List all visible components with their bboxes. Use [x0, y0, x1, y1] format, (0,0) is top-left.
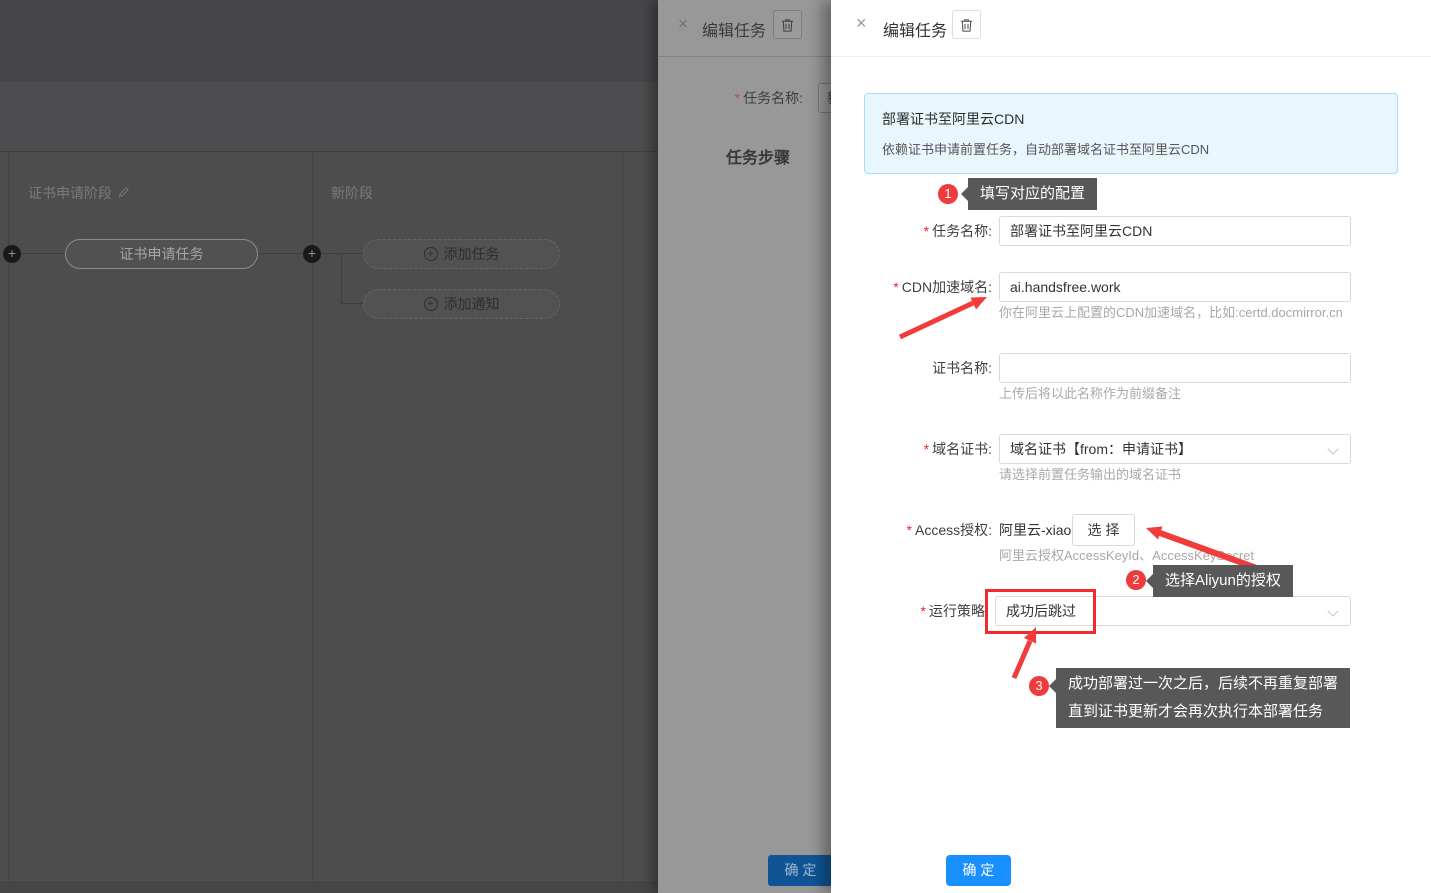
trash-icon — [780, 17, 795, 33]
task-name-input[interactable] — [818, 83, 831, 113]
connector-line — [341, 253, 342, 304]
red-arrow-annotation-1 — [885, 290, 1000, 345]
annotation-tooltip-1: 填写对应的配置 — [968, 178, 1097, 210]
annotation-line-1: 成功部署过一次之后，后续不再重复部署 — [1068, 670, 1338, 698]
domain-cert-hint: 请选择前置任务输出的域名证书 — [999, 464, 1181, 483]
edit-task-drawer: × 编辑任务 部署证书至阿里云CDN 依赖证书申请前置任务，自动部署域名证书至阿… — [831, 0, 1431, 893]
stage-title-cert-request: 证书申请阶段 — [28, 183, 130, 203]
required-mark: * — [735, 90, 740, 106]
chevron-down-icon — [1327, 443, 1338, 454]
trash-icon — [959, 17, 974, 33]
annotation-badge-1: 1 — [938, 184, 958, 204]
add-stage-left-button[interactable]: + — [3, 245, 21, 263]
drawer-title: 编辑任务 — [883, 17, 947, 41]
add-notification-button[interactable]: + 添加通知 — [363, 289, 560, 319]
cert-name-label: 证书名称: — [831, 353, 992, 383]
access-auth-label: *Access授权: — [831, 515, 992, 545]
delete-task-button[interactable] — [773, 10, 802, 39]
add-notification-label: 添加通知 — [444, 294, 500, 314]
required-mark: * — [907, 522, 912, 538]
task-steps-heading: 任务步骤 — [726, 144, 790, 168]
circle-plus-icon: + — [424, 247, 438, 261]
close-icon[interactable]: × — [678, 15, 688, 32]
annotation-line-2: 直到证书更新才会再次执行本部署任务 — [1068, 698, 1338, 726]
connector-line — [321, 253, 363, 254]
edit-pencil-icon[interactable] — [118, 185, 130, 201]
domain-cert-select[interactable]: 域名证书【from：申请证书】 — [999, 434, 1351, 464]
cdn-domain-hint: 你在阿里云上配置的CDN加速域名，比如:certd.docmirror.cn — [999, 302, 1343, 321]
connector-line — [341, 303, 363, 304]
task-name-input[interactable] — [999, 216, 1351, 246]
confirm-button[interactable]: 确 定 — [946, 855, 1011, 886]
edit-task-drawer-underlying: × 编辑任务 *任务名称: 任务步骤 确 定 — [658, 0, 831, 893]
tooltip-notch — [961, 187, 968, 201]
annotation-badge-3: 3 — [1029, 676, 1049, 696]
annotation-tooltip-2: 选择Aliyun的授权 — [1153, 565, 1293, 597]
annotation-badge-2: 2 — [1126, 570, 1146, 590]
domain-cert-label: *域名证书: — [831, 434, 992, 464]
required-mark: * — [924, 223, 929, 239]
task-name-label: *任务名称: — [658, 83, 803, 113]
connector-line — [258, 253, 303, 254]
access-auth-value: 阿里云-xiao — [999, 515, 1073, 545]
chevron-down-icon — [1327, 605, 1338, 616]
stage-title-text: 新阶段 — [331, 183, 373, 203]
task-node-cert-request[interactable]: 证书申请任务 — [65, 239, 258, 269]
stage-title-new-stage: 新阶段 — [331, 183, 373, 203]
add-stage-middle-button[interactable]: + — [303, 245, 321, 263]
circle-plus-icon: + — [424, 297, 438, 311]
required-mark: * — [921, 603, 926, 619]
annotation-tooltip-3: 成功部署过一次之后，后续不再重复部署 直到证书更新才会再次执行本部署任务 — [1056, 668, 1350, 728]
red-arrow-annotation-3 — [1005, 620, 1055, 685]
run-strategy-label: *运行策略 — [831, 596, 985, 626]
access-choose-button[interactable]: 选 择 — [1072, 514, 1135, 546]
alert-title: 部署证书至阿里云CDN — [882, 109, 1380, 129]
required-mark: * — [924, 441, 929, 457]
confirm-button-underlying[interactable]: 确 定 — [768, 855, 831, 886]
delete-task-button[interactable] — [952, 10, 981, 39]
task-name-label: *任务名称: — [831, 216, 992, 246]
alert-description: 依赖证书申请前置任务，自动部署域名证书至阿里云CDN — [882, 139, 1380, 158]
connector-line — [21, 253, 65, 254]
cdn-domain-input[interactable] — [999, 272, 1351, 302]
add-task-button[interactable]: + 添加任务 — [363, 239, 560, 269]
plugin-info-alert: 部署证书至阿里云CDN 依赖证书申请前置任务，自动部署域名证书至阿里云CDN — [864, 93, 1398, 174]
cert-name-hint: 上传后将以此名称作为前缀备注 — [999, 383, 1181, 402]
tooltip-notch — [1049, 679, 1056, 693]
close-icon[interactable]: × — [856, 14, 867, 32]
cert-name-input[interactable] — [999, 353, 1351, 383]
drawer-title: 编辑任务 — [702, 17, 766, 41]
column-divider — [622, 152, 623, 882]
stage-title-text: 证书申请阶段 — [28, 183, 112, 203]
tooltip-notch — [1146, 574, 1153, 588]
add-task-label: 添加任务 — [444, 244, 500, 264]
